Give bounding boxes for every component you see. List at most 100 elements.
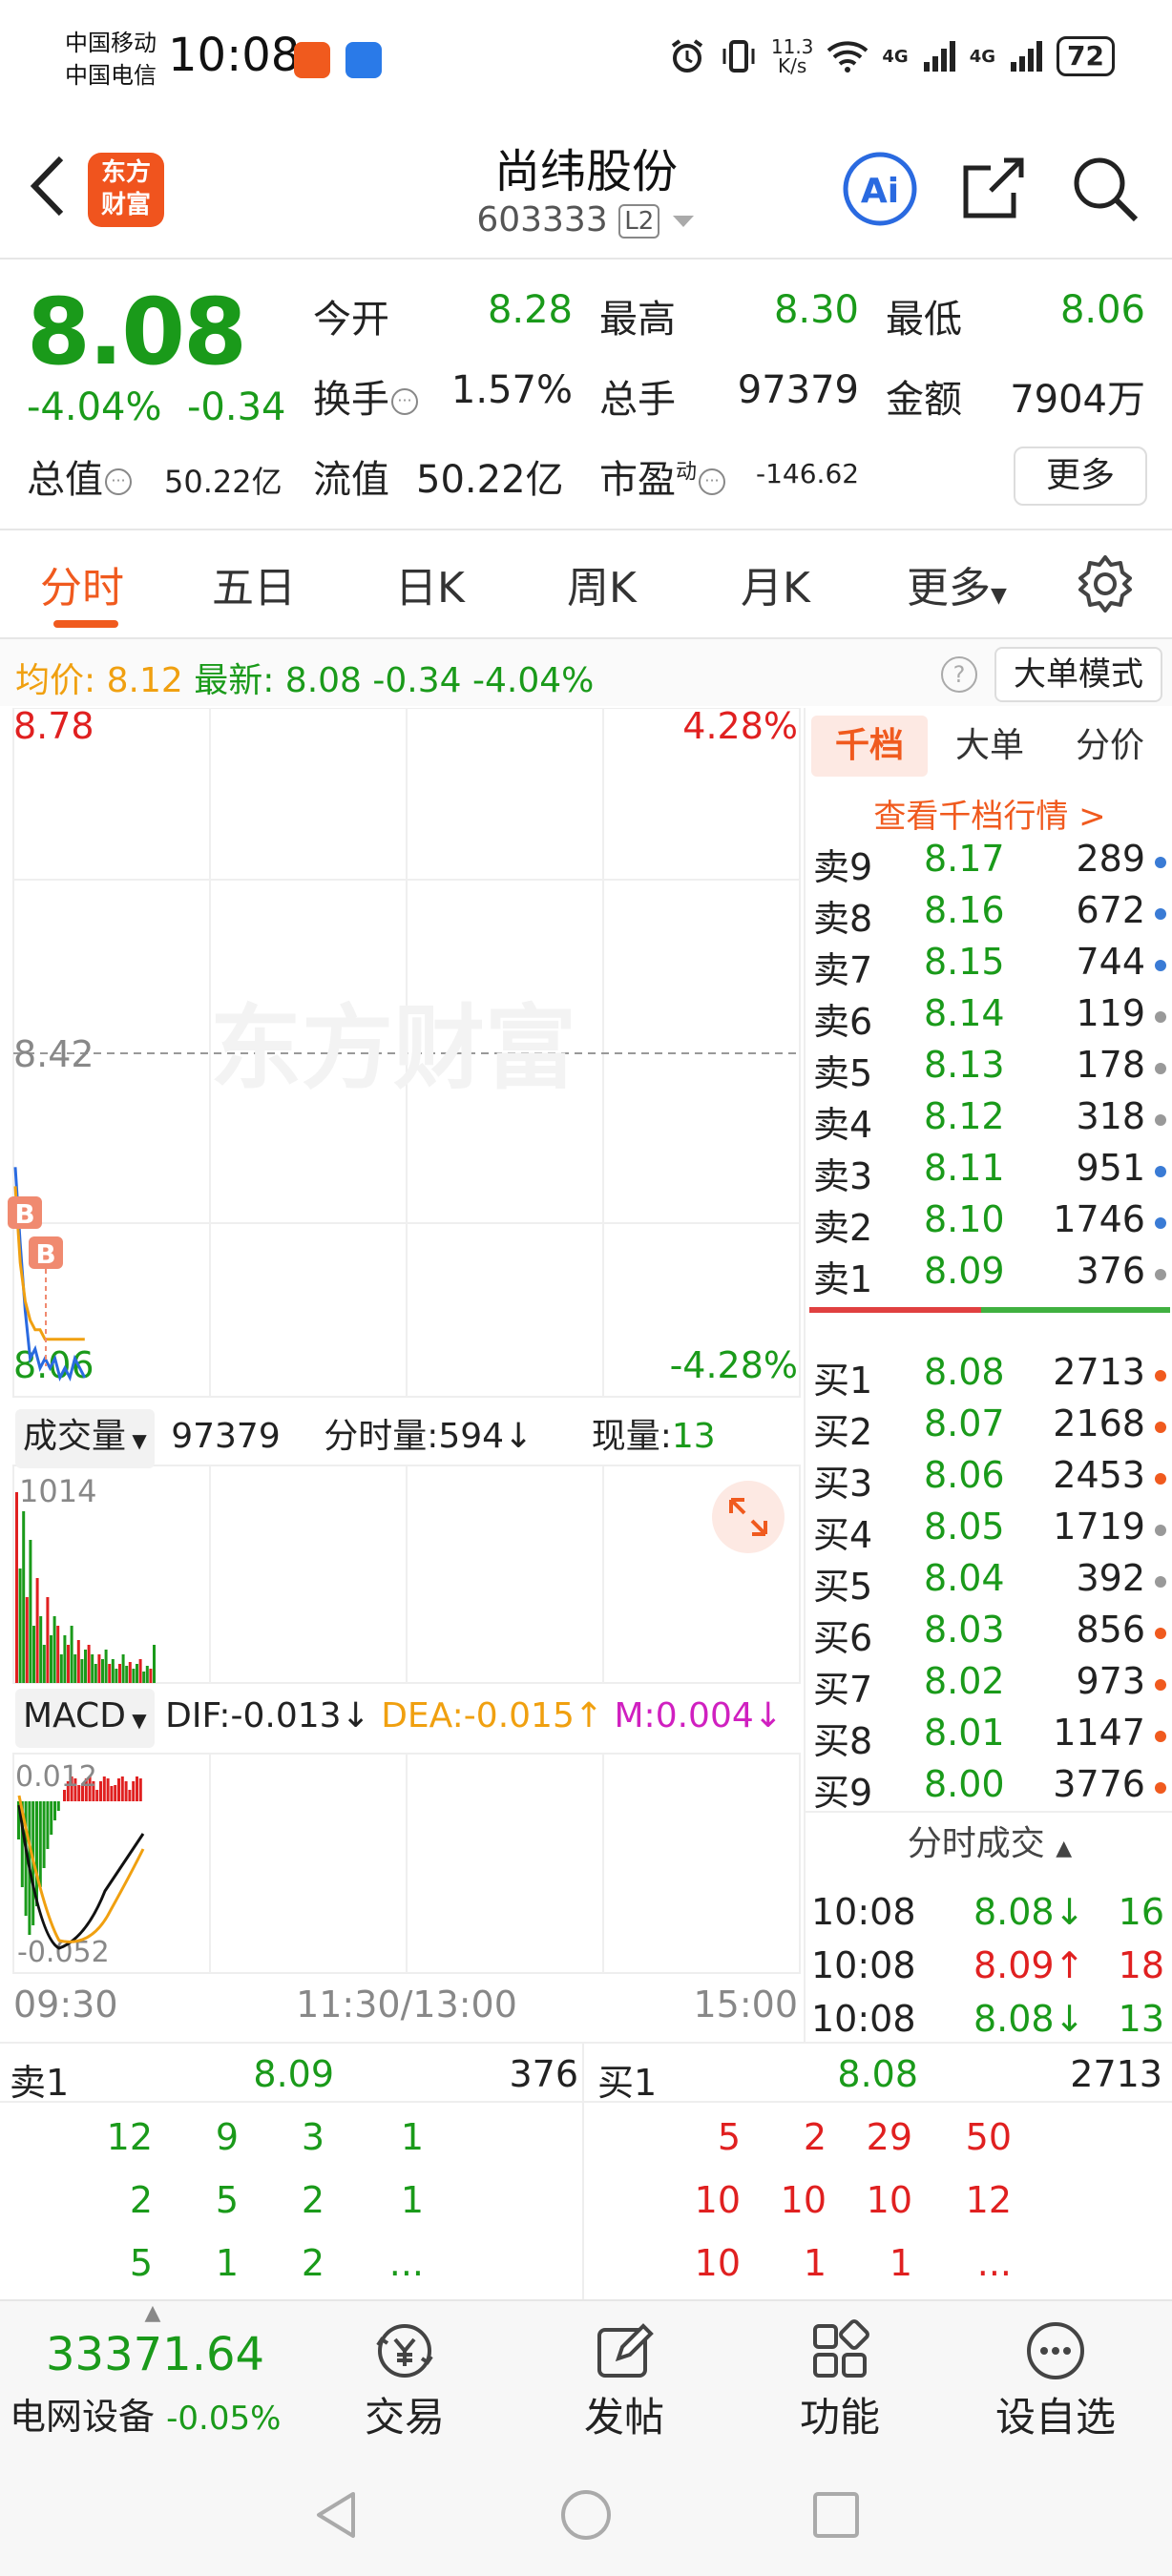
help-icon[interactable]: ? — [941, 656, 977, 693]
buy-marker-2[interactable]: B — [29, 1236, 63, 1270]
macd-bar-positive — [117, 1778, 120, 1801]
index-quote-widget[interactable]: ▲ 33371.64 电网设备 -0.05% — [0, 2301, 305, 2450]
signal-icon-2 — [1011, 41, 1043, 72]
volume-bar — [32, 1626, 35, 1683]
buy-marker-1[interactable]: B — [8, 1196, 42, 1230]
tab-big-orders[interactable]: 大单 — [931, 716, 1048, 777]
macd-dropdown-label: MACD — [23, 1696, 126, 1735]
buy-order-cell: 12 — [965, 2179, 1012, 2221]
net-speed-unit: K/s — [778, 54, 807, 77]
big-order-mode-button[interactable]: 大单模式 — [994, 647, 1162, 702]
ask-label: 卖6 — [813, 1001, 873, 1043]
ask-indicator-dot — [1155, 1063, 1166, 1074]
system-back-icon[interactable] — [307, 2486, 365, 2544]
bid-row[interactable]: 买9 8.00 3776 — [806, 1763, 1172, 1815]
tab-weekly-k[interactable]: 周K — [567, 553, 637, 614]
time-axis-mid: 11:30/13:00 — [296, 1984, 517, 2025]
volume-dropdown[interactable]: 成交量 ▼ — [15, 1409, 155, 1468]
more-button[interactable]: 更多 — [1014, 447, 1147, 506]
sell-order-cell: 5 — [129, 2242, 153, 2284]
volume-bar — [84, 1650, 87, 1683]
ask-row[interactable]: 卖4 8.12 318 — [806, 1095, 1172, 1147]
sell-order-cell: ... — [388, 2242, 424, 2284]
notification-app-icon-2 — [345, 42, 382, 78]
carrier-names: 中国移动 中国电信 — [65, 27, 157, 92]
tab-more-label: 更多 — [907, 564, 991, 613]
bid-qty: 2713 — [1053, 1351, 1145, 1393]
bid-price: 8.05 — [924, 1506, 1005, 1548]
dropdown-caret-icon: ▼ — [126, 1429, 147, 1452]
bid-label: 买5 — [813, 1566, 873, 1608]
tab-thousand-levels[interactable]: 千档 — [811, 716, 928, 777]
bid-row[interactable]: 买3 8.06 2453 — [806, 1454, 1172, 1506]
ask-row[interactable]: 卖5 8.13 178 — [806, 1044, 1172, 1095]
bid-row[interactable]: 买8 8.01 1147 — [806, 1712, 1172, 1763]
ask-row[interactable]: 卖9 8.17 289 — [806, 838, 1172, 889]
bid-price: 8.07 — [924, 1402, 1005, 1444]
bid-row[interactable]: 买6 8.03 856 — [806, 1609, 1172, 1660]
settings-gear-icon[interactable] — [1075, 553, 1136, 614]
intraday-chart-area[interactable]: 东方财富 8.78 4.28% 8.42 8.06 -4.28% B B 101… — [0, 708, 804, 2042]
tab-intraday[interactable]: 分时 — [40, 553, 124, 614]
view-thousand-levels-link[interactable]: 查看千档行情 > — [806, 790, 1172, 837]
tab-price-distribution[interactable]: 分价 — [1052, 716, 1168, 777]
tab-five-day[interactable]: 五日 — [212, 553, 296, 614]
nav-post[interactable]: 发帖 — [548, 2316, 701, 2443]
buy-order-cell: 5 — [717, 2116, 741, 2158]
ai-icon[interactable]: Ai — [840, 149, 920, 229]
queue-detail: 卖1 8.09 376 买1 8.08 2713 12 9 3 1 2 5 2 1 5 1 2...… — [0, 2042, 1172, 2299]
ask-row[interactable]: 卖2 8.10 1746 — [806, 1198, 1172, 1250]
bid-label: 买3 — [813, 1463, 873, 1505]
search-icon[interactable] — [1069, 153, 1141, 225]
volume-bar — [15, 1492, 18, 1683]
ask-row[interactable]: 卖8 8.16 672 — [806, 889, 1172, 941]
time-axis-end: 15:00 — [693, 1984, 798, 2025]
ask-label: 卖2 — [813, 1207, 873, 1249]
volume-bar — [97, 1654, 101, 1683]
volume-total: 97379 — [171, 1417, 281, 1456]
ticks-header[interactable]: 分时成交 ▲ — [806, 1811, 1172, 1878]
ask-row[interactable]: 卖1 8.09 376 — [806, 1250, 1172, 1301]
tab-monthly-k[interactable]: 月K — [741, 553, 810, 614]
nav-trade[interactable]: 交易 — [328, 2316, 481, 2443]
tick-price: 8.08↓ — [973, 1891, 1084, 1933]
bid-row[interactable]: 买4 8.05 1719 — [806, 1506, 1172, 1557]
dots-icon[interactable]: ··· — [391, 388, 418, 415]
bid-indicator-dot — [1155, 1782, 1166, 1794]
tick-time: 10:08 — [811, 1891, 916, 1933]
system-recents-icon[interactable] — [807, 2486, 865, 2544]
ask-indicator-dot — [1155, 857, 1166, 868]
nav-add-watchlist[interactable]: 设自选 — [979, 2316, 1132, 2443]
price-summary-text: 均价: 8.12 最新: 8.08 -0.34 -4.04% — [15, 653, 594, 702]
bid-row[interactable]: 买1 8.08 2713 — [806, 1351, 1172, 1402]
tab-daily-k[interactable]: 日K — [395, 553, 465, 614]
macd-bar-positive — [110, 1786, 114, 1801]
system-home-icon[interactable] — [557, 2486, 615, 2544]
buy-order-cell: 10 — [694, 2242, 741, 2284]
bid-row[interactable]: 买2 8.07 2168 — [806, 1402, 1172, 1454]
tick-direction-arrow-icon: ↓ — [1054, 1891, 1085, 1933]
current-volume: 13 — [671, 1417, 716, 1456]
share-icon[interactable] — [958, 155, 1027, 223]
bid-row[interactable]: 买7 8.02 973 — [806, 1660, 1172, 1712]
sell-order-cell: 1 — [400, 2179, 424, 2221]
sell-order-cell: 12 — [106, 2116, 153, 2158]
macd-bar-positive — [138, 1778, 142, 1801]
ask-row[interactable]: 卖7 8.15 744 — [806, 941, 1172, 992]
buy-order-cell: 1 — [889, 2242, 912, 2284]
ask-row[interactable]: 卖6 8.14 119 — [806, 992, 1172, 1044]
nav-functions[interactable]: 功能 — [764, 2316, 916, 2443]
bid-price: 8.03 — [924, 1609, 1005, 1651]
dots-icon[interactable]: ··· — [699, 468, 726, 495]
tab-more[interactable]: 更多▼ — [907, 553, 1007, 614]
bid-row[interactable]: 买5 8.04 392 — [806, 1557, 1172, 1609]
tick-price-value: 8.09 — [973, 1944, 1055, 1986]
macd-dropdown[interactable]: MACD ▼ — [15, 1689, 155, 1748]
expand-chart-icon[interactable] — [712, 1481, 785, 1553]
ticks-title: 分时成交 — [907, 1824, 1045, 1863]
net-speed: 11.3 K/s — [771, 37, 814, 75]
macd-bar-positive — [114, 1785, 117, 1801]
dots-icon[interactable]: ··· — [105, 468, 132, 495]
ask-row[interactable]: 卖3 8.11 951 — [806, 1147, 1172, 1198]
change-percent: -4.04% — [27, 385, 162, 429]
